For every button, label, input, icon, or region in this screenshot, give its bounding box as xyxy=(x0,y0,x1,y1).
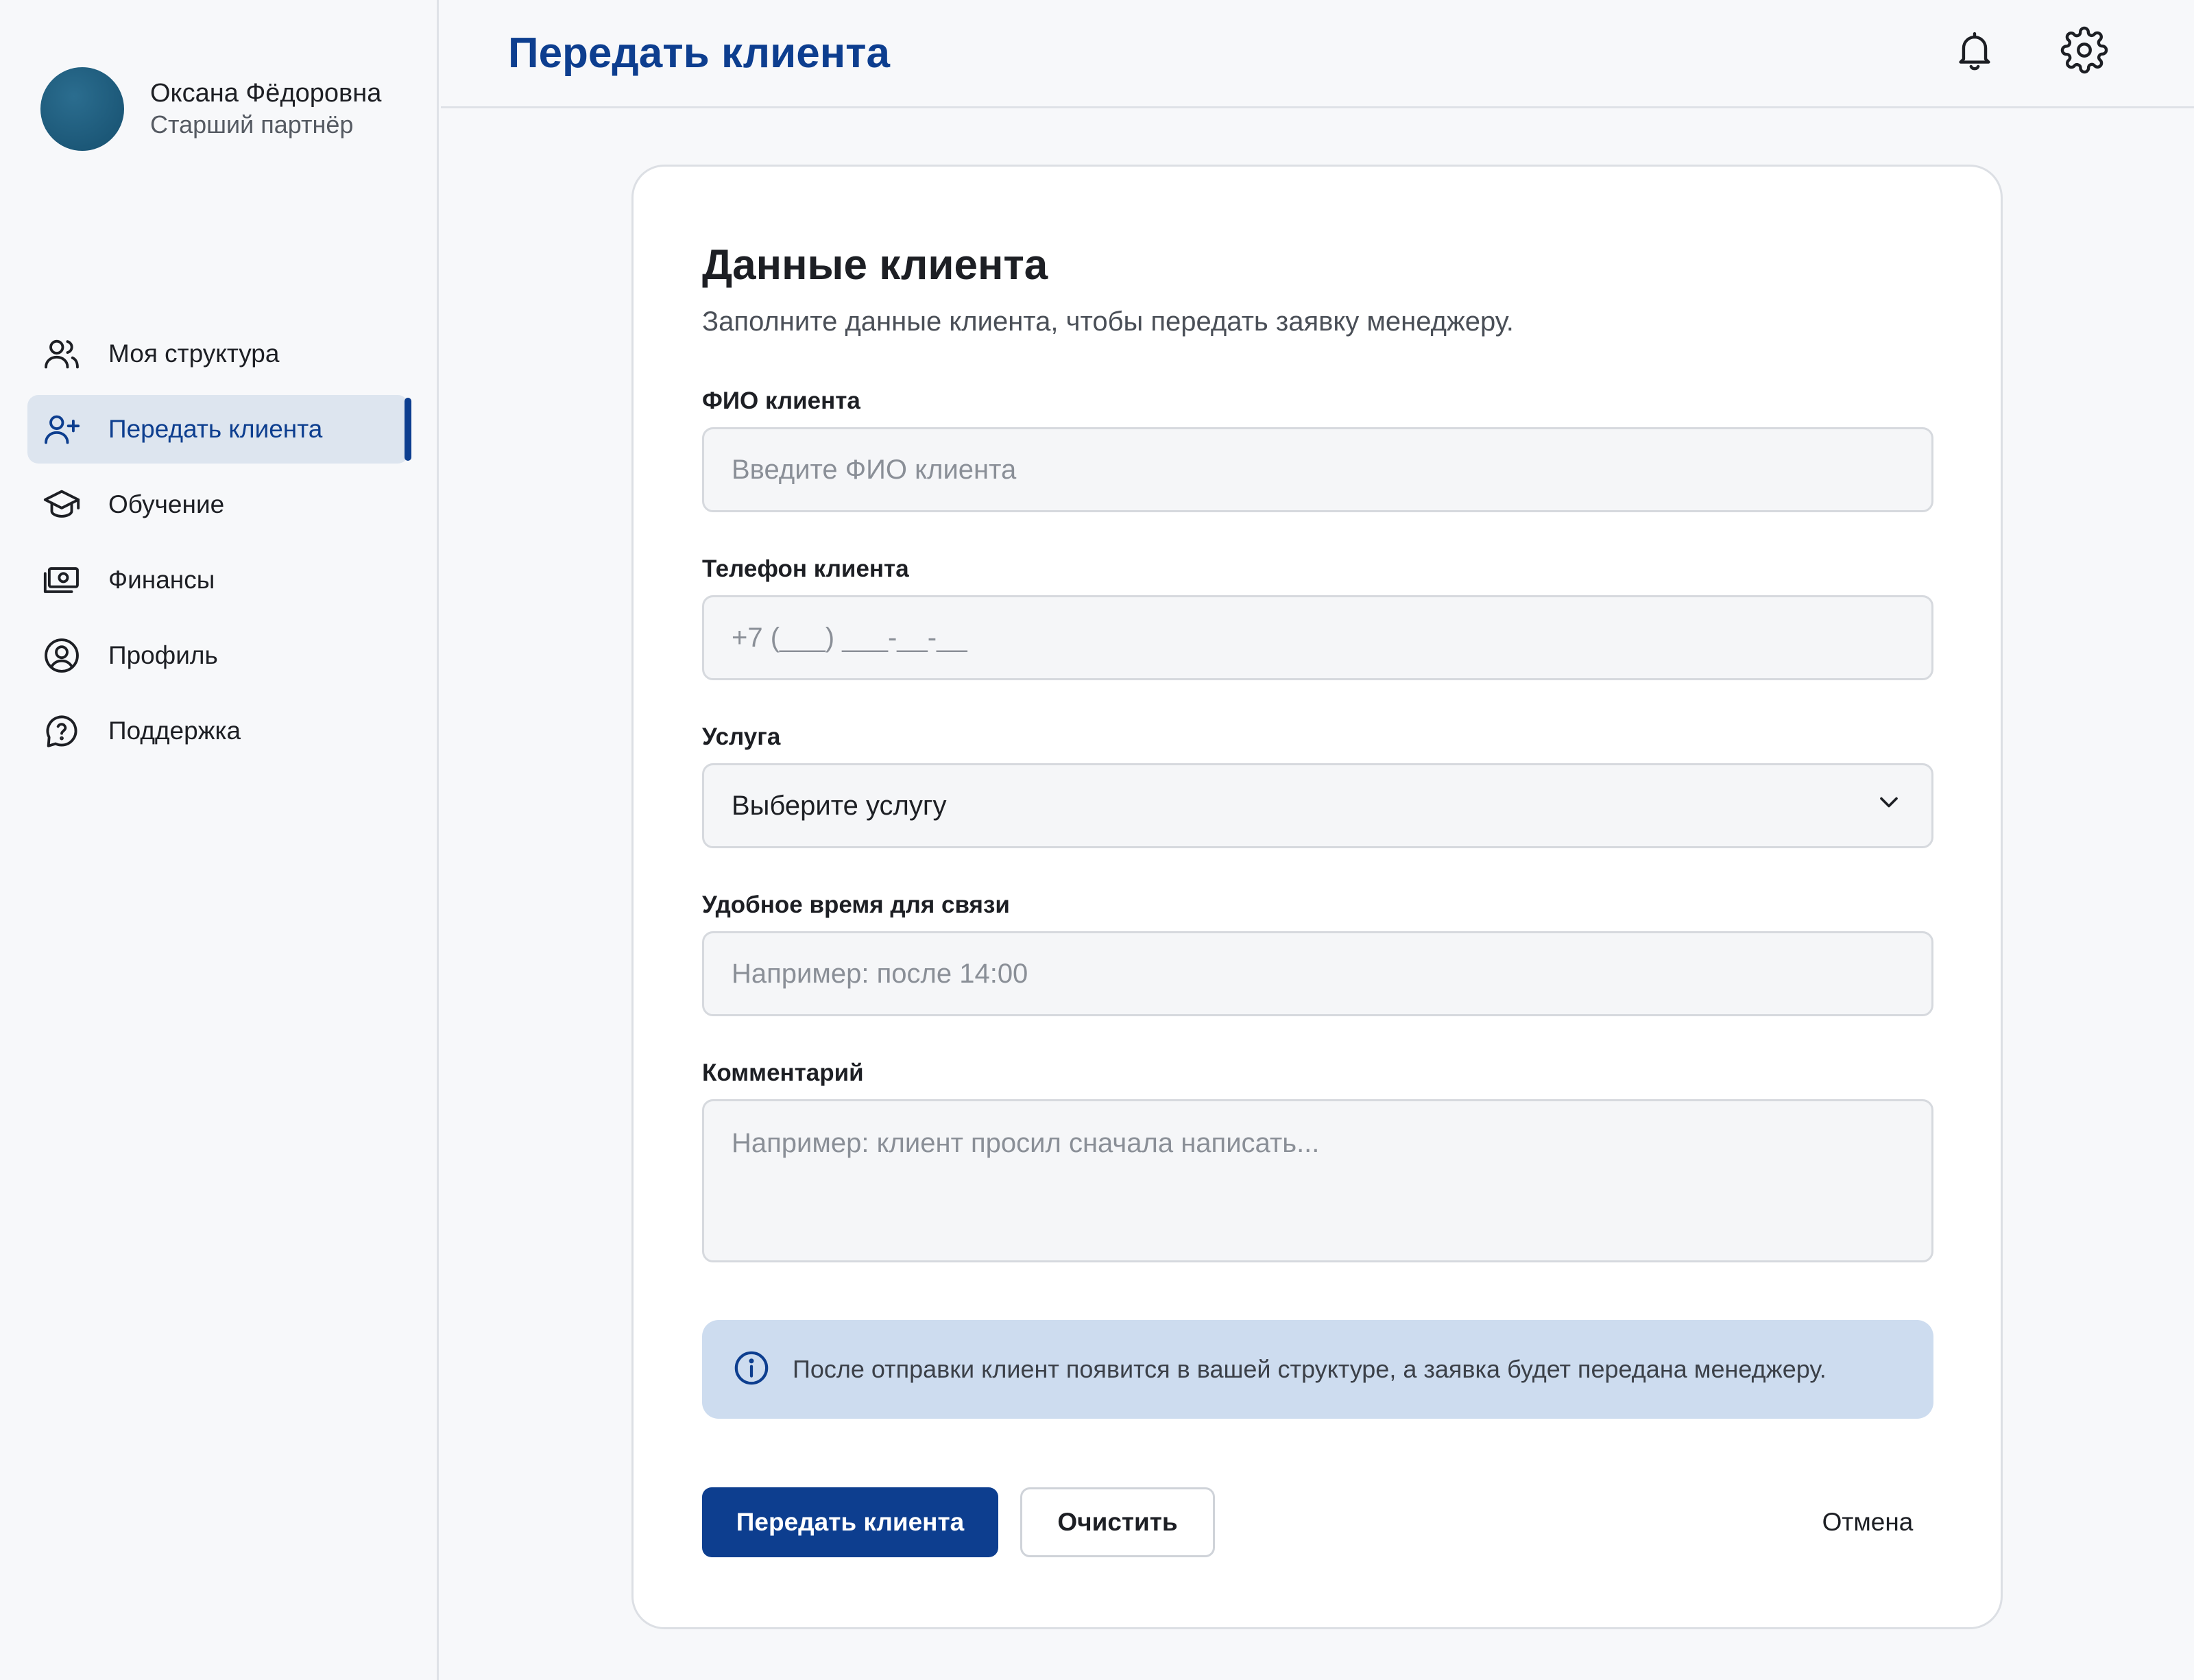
sidebar-item-label: Финансы xyxy=(108,566,215,594)
top-header: Передать клиента xyxy=(441,0,2194,108)
contact-time-label: Удобное время для связи xyxy=(702,891,1010,918)
gear-icon[interactable] xyxy=(2060,26,2108,74)
graduation-cap-icon xyxy=(41,484,82,525)
sidebar-item-label: Поддержка xyxy=(108,717,241,745)
clear-button[interactable]: Очистить xyxy=(1020,1487,1215,1557)
sidebar-item-profile[interactable]: Профиль xyxy=(27,621,409,690)
client-phone-label: Телефон клиента xyxy=(702,555,909,582)
user-circle-icon xyxy=(41,635,82,676)
info-icon xyxy=(732,1349,771,1391)
submit-client-button[interactable]: Передать клиента xyxy=(702,1487,998,1557)
sidebar-item-transfer-client[interactable]: Передать клиента xyxy=(27,395,411,464)
sidebar-item-label: Обучение xyxy=(108,490,225,518)
avatar xyxy=(40,67,124,151)
contact-time-input[interactable] xyxy=(702,931,1933,1016)
info-text: После отправки клиент появится в вашей с… xyxy=(793,1355,1827,1383)
service-select[interactable]: Выберите услугу xyxy=(702,763,1933,848)
service-select-value: Выберите услугу xyxy=(732,790,947,821)
cancel-button[interactable]: Отмена xyxy=(1799,1487,1936,1557)
form-subtitle: Заполните данные клиента, чтобы передать… xyxy=(702,307,1514,337)
form-title: Данные клиента xyxy=(702,241,1048,289)
chevron-down-icon xyxy=(1874,787,1904,824)
client-phone-input[interactable] xyxy=(702,595,1933,680)
user-info: Оксана Фёдоровна Старший партнёр xyxy=(150,77,381,141)
page-title: Передать клиента xyxy=(508,29,891,77)
comment-label: Комментарий xyxy=(702,1059,864,1086)
sidebar: Оксана Фёдоровна Старший партнёр Моя стр… xyxy=(0,0,439,1680)
user-role: Старший партнёр xyxy=(150,110,354,139)
sidebar-item-label: Передать клиента xyxy=(108,415,323,443)
user-name: Оксана Фёдоровна xyxy=(150,79,382,108)
client-name-label: ФИО клиента xyxy=(702,387,860,414)
comment-textarea[interactable] xyxy=(702,1099,1933,1262)
service-label: Услуга xyxy=(702,723,781,750)
bell-icon[interactable] xyxy=(1951,26,1999,74)
sidebar-item-learning[interactable]: Обучение xyxy=(27,470,409,539)
sidebar-item-finance[interactable]: Финансы xyxy=(27,546,409,614)
sidebar-nav: Моя структура Передать клиента Обучение … xyxy=(27,320,411,772)
money-icon xyxy=(41,560,82,601)
client-form-card: Данные клиента Заполните данные клиента,… xyxy=(631,165,2003,1629)
info-banner: После отправки клиент появится в вашей с… xyxy=(702,1320,1933,1419)
user-plus-icon xyxy=(41,409,82,450)
sidebar-item-label: Моя структура xyxy=(108,339,280,368)
help-circle-icon xyxy=(41,710,82,752)
client-name-input[interactable] xyxy=(702,427,1933,512)
user-profile[interactable]: Оксана Фёдоровна Старший партнёр xyxy=(40,67,381,151)
sidebar-item-label: Профиль xyxy=(108,641,218,669)
sidebar-item-structure[interactable]: Моя структура xyxy=(27,320,409,388)
users-icon xyxy=(41,333,82,374)
sidebar-item-support[interactable]: Поддержка xyxy=(27,697,409,765)
